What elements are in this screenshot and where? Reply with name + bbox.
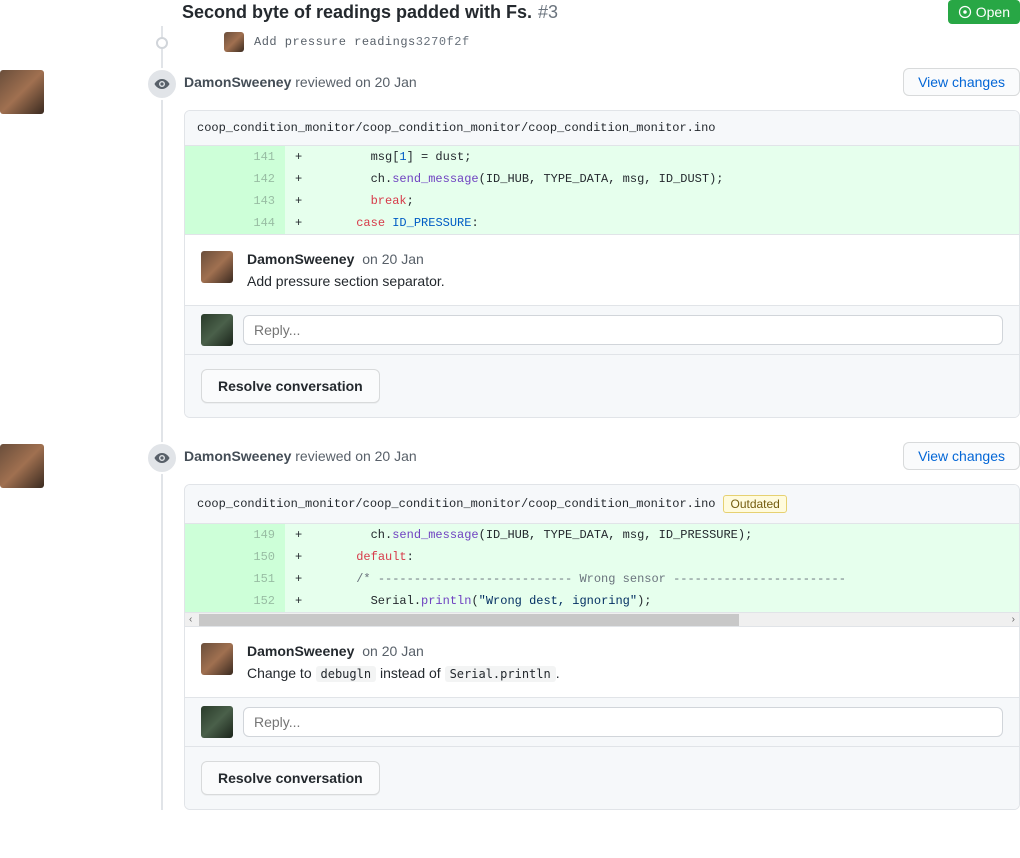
reviewer-name[interactable]: DamonSweeney: [184, 74, 291, 90]
line-gutter: [185, 590, 235, 612]
line-code: + /* --------------------------- Wrong s…: [285, 568, 1019, 590]
line-gutter: [185, 568, 235, 590]
diff-line: 142+ ch.send_message(ID_HUB, TYPE_DATA, …: [185, 168, 1019, 190]
pr-title-text: Second byte of readings padded with Fs.: [182, 2, 532, 23]
pr-title: Second byte of readings padded with Fs. …: [182, 2, 558, 23]
resolve-conversation-button[interactable]: Resolve conversation: [201, 369, 380, 403]
comment-text: Add pressure section separator.: [247, 273, 445, 289]
line-gutter: [185, 168, 235, 190]
line-code: + ch.send_message(ID_HUB, TYPE_DATA, msg…: [285, 524, 1019, 546]
issue-open-icon: [958, 5, 972, 19]
status-badge: Open: [948, 0, 1020, 24]
line-gutter: [185, 524, 235, 546]
line-number: 144: [235, 212, 285, 234]
avatar[interactable]: [201, 314, 233, 346]
file-path[interactable]: coop_condition_monitor/coop_condition_mo…: [197, 121, 715, 135]
line-number: 152: [235, 590, 285, 612]
review-footer: Resolve conversation: [185, 354, 1019, 417]
review-footer: Resolve conversation: [185, 746, 1019, 809]
avatar[interactable]: [201, 706, 233, 738]
diff-line: 144+ case ID_PRESSURE:: [185, 212, 1019, 234]
timeline: Add pressure readings 3270f2f DamonSween…: [144, 32, 1020, 810]
comment-author[interactable]: DamonSweeney: [247, 643, 354, 659]
reviewer-name[interactable]: DamonSweeney: [184, 448, 291, 464]
timeline-review: DamonSweeney reviewed on 20 Jan View cha…: [144, 68, 1020, 418]
scroll-thumb[interactable]: [199, 614, 739, 626]
avatar[interactable]: [201, 643, 233, 675]
line-gutter: [185, 146, 235, 168]
outdated-badge: Outdated: [723, 495, 786, 513]
diff-line: 150+ default:: [185, 546, 1019, 568]
eye-icon: [146, 442, 178, 474]
reply-section: [185, 697, 1019, 746]
review-comment: DamonSweeney on 20 Jan Add pressure sect…: [185, 234, 1019, 305]
timeline-review: DamonSweeney reviewed on 20 Jan View cha…: [144, 442, 1020, 810]
review-summary: DamonSweeney reviewed on 20 Jan: [184, 74, 417, 90]
pr-header: Second byte of readings padded with Fs. …: [82, 0, 1020, 32]
view-changes-button[interactable]: View changes: [903, 442, 1020, 470]
review-box: coop_condition_monitor/coop_condition_mo…: [184, 110, 1020, 418]
eye-icon: [146, 68, 178, 100]
file-header: coop_condition_monitor/coop_condition_mo…: [185, 485, 1019, 524]
line-code: + default:: [285, 546, 1019, 568]
file-header: coop_condition_monitor/coop_condition_mo…: [185, 111, 1019, 146]
review-box: coop_condition_monitor/coop_condition_mo…: [184, 484, 1020, 810]
status-label: Open: [976, 4, 1010, 20]
timeline-commit: Add pressure readings 3270f2f: [144, 32, 1020, 52]
diff-line: 151+ /* --------------------------- Wron…: [185, 568, 1019, 590]
commit-message[interactable]: Add pressure readings: [254, 35, 416, 49]
diff-line: 143+ break;: [185, 190, 1019, 212]
scroll-left-icon[interactable]: ‹: [189, 614, 192, 625]
timeline-dot: [156, 37, 168, 49]
avatar[interactable]: [0, 70, 44, 114]
resolve-conversation-button[interactable]: Resolve conversation: [201, 761, 380, 795]
comment-author[interactable]: DamonSweeney: [247, 251, 354, 267]
line-number: 143: [235, 190, 285, 212]
avatar[interactable]: [224, 32, 244, 52]
avatar[interactable]: [0, 444, 44, 488]
line-number: 141: [235, 146, 285, 168]
comment-time: on 20 Jan: [362, 643, 424, 659]
line-number: 150: [235, 546, 285, 568]
line-code: + msg[1] = dust;: [285, 146, 1019, 168]
comment-text: Change to debugln instead of Serial.prin…: [247, 665, 560, 681]
diff-line: 149+ ch.send_message(ID_HUB, TYPE_DATA, …: [185, 524, 1019, 546]
line-gutter: [185, 212, 235, 234]
diff-line: 141+ msg[1] = dust;: [185, 146, 1019, 168]
line-code: + case ID_PRESSURE:: [285, 212, 1019, 234]
commit-sha[interactable]: 3270f2f: [416, 35, 470, 49]
review-summary: DamonSweeney reviewed on 20 Jan: [184, 448, 417, 464]
avatar[interactable]: [201, 251, 233, 283]
line-number: 142: [235, 168, 285, 190]
line-number: 151: [235, 568, 285, 590]
line-code: + ch.send_message(ID_HUB, TYPE_DATA, msg…: [285, 168, 1019, 190]
reply-input[interactable]: [243, 315, 1003, 345]
scroll-right-icon[interactable]: ›: [1012, 614, 1015, 625]
diff-table: 149+ ch.send_message(ID_HUB, TYPE_DATA, …: [185, 524, 1019, 612]
line-gutter: [185, 190, 235, 212]
diff-table: 141+ msg[1] = dust;142+ ch.send_message(…: [185, 146, 1019, 234]
pr-issue-number: #3: [538, 2, 558, 23]
review-comment: DamonSweeney on 20 Jan Change to debugln…: [185, 626, 1019, 697]
file-path[interactable]: coop_condition_monitor/coop_condition_mo…: [197, 497, 715, 511]
comment-time: on 20 Jan: [362, 251, 424, 267]
line-code: + Serial.println("Wrong dest, ignoring")…: [285, 590, 1019, 612]
line-gutter: [185, 546, 235, 568]
scroll-bar[interactable]: ‹ ›: [185, 612, 1019, 626]
line-code: + break;: [285, 190, 1019, 212]
line-number: 149: [235, 524, 285, 546]
reply-section: [185, 305, 1019, 354]
view-changes-button[interactable]: View changes: [903, 68, 1020, 96]
reply-input[interactable]: [243, 707, 1003, 737]
diff-line: 152+ Serial.println("Wrong dest, ignorin…: [185, 590, 1019, 612]
